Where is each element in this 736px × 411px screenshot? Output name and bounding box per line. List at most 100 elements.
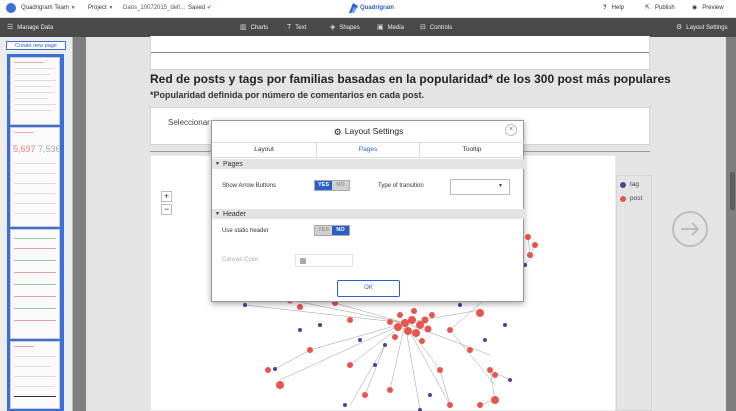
zoom-out-button[interactable]: − [161,204,172,215]
main-toolbar: ☰ Manage Data ▥ Charts T Text ◈ Shapes ▣ Medi… [0,18,736,37]
tag-node [383,343,387,347]
post-node [408,316,416,324]
next-page-arrow-icon[interactable] [671,210,709,248]
canvas-color-label: Canvas Color [222,257,259,263]
post-node [411,308,417,314]
tag-node [373,363,377,367]
post-node [447,327,453,333]
controls-icon: ⊟ [420,24,426,31]
tab-tooltip[interactable]: Tooltip [420,143,524,157]
quadrigram-logo-icon [349,3,358,13]
yes-option[interactable]: YES [315,226,332,235]
charts-button[interactable]: ▥ Charts [240,18,268,37]
transition-select[interactable]: ▼ [450,179,510,195]
saved-status: Saved ✓ [188,5,212,11]
controls-button[interactable]: ⊟ Controls [420,18,452,37]
post-node [525,234,531,240]
post-node [532,242,538,248]
post-node [424,325,432,333]
ok-button[interactable]: OK [337,280,400,297]
text-icon: T [287,24,292,31]
legend-panel [616,175,652,411]
media-icon: ▣ [377,24,384,31]
yes-option[interactable]: YES [315,181,332,190]
page-subtitle: *Popularidad definida por número de come… [150,90,425,100]
zoom-in-button[interactable]: + [161,191,172,202]
tag-node [483,338,487,342]
gear-icon: ⚙ [676,24,683,31]
use-static-header-toggle[interactable]: YES NO [314,225,350,236]
text-button[interactable]: T Text [287,18,306,37]
help-icon: ? [603,5,607,11]
no-option[interactable]: NO [332,226,349,235]
post-node [387,319,393,325]
manage-data-button[interactable]: ☰ Manage Data [7,18,53,37]
canvas-color-picker[interactable] [295,254,353,267]
create-new-page-button[interactable]: Create new page [6,41,66,50]
gear-icon: ⚙ [333,127,342,137]
post-node [392,334,398,340]
no-option[interactable]: NO [332,181,349,190]
page-thumbnail[interactable] [10,341,60,409]
post-node [297,304,303,310]
triangle-down-icon: ▼ [215,161,220,167]
post-node [429,312,435,318]
post-node [492,372,498,378]
preview-button[interactable]: ◉ Preview [692,0,724,17]
post-node [487,367,493,373]
page-thumbnail[interactable]: 5,697 7,536 [10,127,60,227]
post-node [387,387,393,393]
page-thumbnail[interactable] [10,57,60,125]
pages-section-header[interactable]: ▼ Pages [212,159,525,169]
post-node [477,402,483,408]
check-icon: ✓ [206,5,212,11]
tag-node [458,303,462,307]
header-panel[interactable] [150,36,650,70]
tag-node [343,403,347,407]
tab-layout[interactable]: Layout [212,143,316,157]
project-menu[interactable]: Project ▼ [88,0,113,17]
show-arrow-buttons-label: Show Arrow Buttons [222,183,277,189]
show-arrow-buttons-toggle[interactable]: YES NO [314,180,350,191]
tag-node [508,378,512,382]
team-avatar[interactable] [6,3,16,13]
dialog-tabs: Layout Pages Tooltip [212,142,525,158]
page-thumbnail[interactable] [10,229,60,339]
page-title: Red de posts y tags por familias basadas… [150,72,671,86]
post-node [347,317,353,323]
close-button[interactable]: × [505,124,517,136]
help-button[interactable]: ? Help [603,0,624,17]
thumb-number: 7,536 [38,144,60,154]
eye-icon: ◉ [692,5,698,11]
dialog-title: ⚙ Layout Settings [333,126,404,137]
publish-icon: ⇱ [645,5,651,11]
brand-name: Quadrigram [360,5,395,11]
header-section-header[interactable]: ▼ Header [212,209,525,219]
post-node [265,367,271,373]
layout-settings-dialog: ⚙ Layout Settings × Layout Pages Tooltip … [211,120,525,302]
post-node [437,367,443,373]
post-node [476,309,484,317]
tab-pages[interactable]: Pages [316,143,420,157]
divider [151,52,649,53]
file-name[interactable]: Dans_10072015_defi... [123,0,185,17]
thumb-number: 5,697 [13,144,36,154]
shapes-button[interactable]: ◈ Shapes [330,18,360,37]
chevron-down-icon: ▼ [108,5,114,11]
tag-node [503,323,507,327]
chevron-down-icon: ▼ [498,183,503,189]
color-swatch [300,258,306,264]
team-name[interactable]: Quadrigram Team ▼ [21,0,76,17]
vertical-scrollbar[interactable] [728,37,736,411]
post-node [412,329,420,337]
scrollbar-thumb[interactable] [730,172,735,210]
layout-settings-button[interactable]: ⚙ Layout Settings [676,18,728,37]
publish-button[interactable]: ⇱ Publish [645,0,675,17]
post-node [419,338,425,344]
post-node [276,381,284,389]
post-node [307,347,313,353]
tag-node [428,393,432,397]
media-button[interactable]: ▣ Media [377,18,404,37]
post-node [397,312,403,318]
type-of-transition-label: Type of transition [378,183,424,189]
